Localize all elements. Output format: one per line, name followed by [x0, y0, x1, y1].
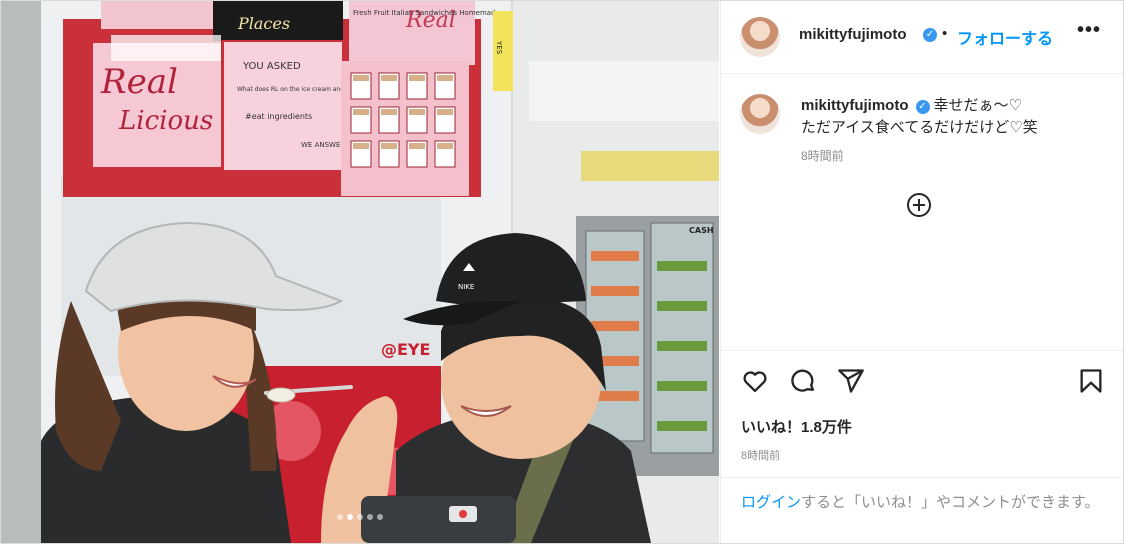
carousel-dot	[337, 514, 343, 520]
share-icon[interactable]	[837, 367, 865, 395]
carousel-indicator	[1, 514, 719, 520]
photo-cap-logo: NIKE	[458, 283, 474, 291]
photo-cash-sign: CASH	[689, 226, 714, 235]
login-link[interactable]: ログイン	[741, 494, 801, 511]
photo-hashtag: #eat ingredients	[245, 112, 312, 121]
photo-sign-places: Places	[237, 14, 290, 33]
photo-reallicious-logo-2: Licious	[118, 106, 213, 136]
username-link[interactable]: mikittyfujimoto	[799, 26, 907, 43]
post-photo[interactable]: Places Real Fresh Fruit Italian Sandwich…	[1, 1, 719, 543]
more-options-icon[interactable]: •••	[1077, 19, 1101, 42]
carousel-dot	[377, 514, 383, 520]
caption-section: mikittyfujimoto ✓ 幸せだぁ〜♡ ただアイス食べてるだけだけど♡笑 …	[721, 74, 1123, 351]
login-prompt-rest: すると「いいね！」やコメントができます。	[801, 494, 1100, 511]
post-sidebar: mikittyfujimoto ✓ • フォローする ••• mikittyfu…	[720, 1, 1123, 543]
carousel-dot	[367, 514, 373, 520]
comment-icon[interactable]	[789, 367, 817, 395]
bookmark-icon[interactable]	[1077, 367, 1105, 395]
instagram-post: Places Real Fresh Fruit Italian Sandwich…	[0, 0, 1124, 544]
caption-line-1: 幸せだぁ〜♡	[933, 97, 1022, 114]
login-prompt: ログインすると「いいね！」やコメントができます。	[721, 477, 1123, 543]
caption-username[interactable]: mikittyfujimoto	[801, 97, 909, 114]
verified-icon: ✓	[923, 28, 937, 42]
action-bar: いいね！1.8万件 8時間前	[721, 351, 1123, 476]
heart-icon[interactable]	[741, 367, 769, 395]
photo-sign-fresh: Fresh Fruit Italian Sandwiches Homemade	[353, 9, 500, 17]
photo-handle: @EYE	[381, 340, 430, 359]
caption-line-2: ただアイス食べてるだけだけど♡笑	[801, 119, 1038, 136]
avatar[interactable]	[740, 17, 780, 57]
caption-verified-icon: ✓	[915, 100, 930, 114]
login-prompt-text: ログインすると「いいね！」やコメントができます。	[741, 492, 1101, 514]
photo-reallicious-logo: Real	[100, 62, 178, 102]
caption-timestamp: 8時間前	[801, 149, 844, 163]
post-timestamp: 8時間前	[741, 450, 781, 462]
header-separator: •	[942, 25, 948, 42]
photo-you-asked: YOU ASKED	[242, 61, 301, 72]
carousel-dot	[347, 514, 353, 520]
caption-text: mikittyfujimoto ✓ 幸せだぁ〜♡ ただアイス食べてるだけだけど♡笑	[801, 95, 1101, 139]
follow-button[interactable]: フォローする	[957, 25, 1053, 49]
photo-illustration: Places Real Fresh Fruit Italian Sandwich…	[1, 1, 719, 543]
caption-avatar[interactable]	[740, 94, 780, 134]
like-count[interactable]: いいね！1.8万件	[741, 416, 852, 437]
post-header: mikittyfujimoto ✓ • フォローする •••	[721, 1, 1123, 74]
carousel-dot	[357, 514, 363, 520]
load-more-icon[interactable]	[907, 193, 931, 217]
photo-yes-sign: YES	[495, 40, 503, 55]
